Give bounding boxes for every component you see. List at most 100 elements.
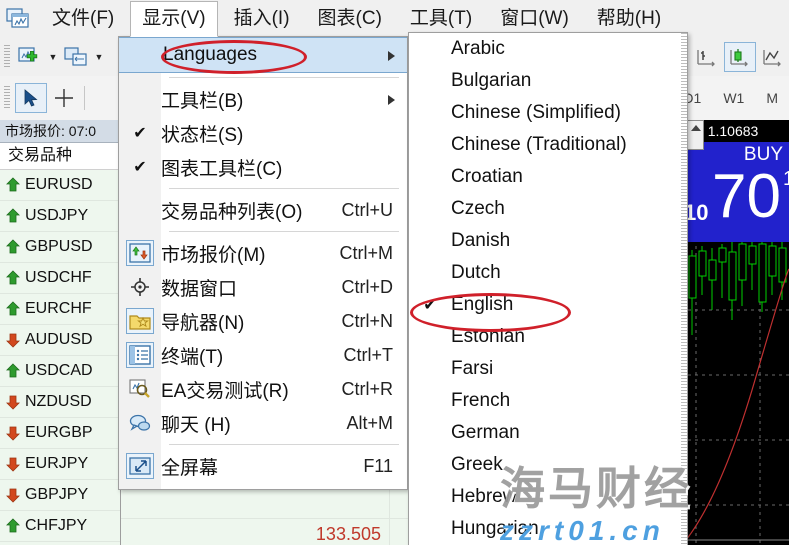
- menu-item-0[interactable]: 文件(F): [40, 1, 126, 37]
- view-menu-item-navigator[interactable]: 导航器(N)Ctrl+N: [119, 304, 407, 338]
- market-watch-symbol: AUDUSD: [25, 331, 93, 349]
- stepper-up-icon[interactable]: [691, 125, 701, 131]
- language-item-label: Estonian: [451, 326, 525, 348]
- language-item-croatian[interactable]: Croatian: [409, 161, 687, 193]
- language-item-label: Chinese (Traditional): [451, 134, 627, 156]
- bar-chart-icon[interactable]: [692, 43, 722, 71]
- arrow-up-icon: [5, 177, 21, 193]
- market-watch-row[interactable]: EURUSD: [0, 170, 120, 201]
- view-menu-item-status-bar[interactable]: ✔状态栏(S): [119, 116, 407, 150]
- language-item-farsi[interactable]: Farsi: [409, 353, 687, 385]
- new-chart-plus-icon[interactable]: [15, 43, 45, 71]
- buy-panel[interactable]: BUY 10 70 1: [682, 142, 789, 242]
- arrow-down-icon: [5, 425, 21, 441]
- market-watch-row[interactable]: EURCHF: [0, 294, 120, 325]
- view-menu-item-symbols-list[interactable]: 交易品种列表(O)Ctrl+U: [119, 193, 407, 227]
- language-item-hungarian[interactable]: Hungarian: [409, 513, 687, 545]
- market-watch-symbol: EURGBP: [25, 424, 93, 442]
- navigator-icon: [119, 304, 161, 338]
- arrow-cursor-icon[interactable]: [15, 83, 47, 113]
- buy-price-big: 70: [712, 166, 781, 228]
- language-item-icon-slot: [409, 321, 451, 353]
- menu-item-3[interactable]: 图表(C): [306, 1, 394, 37]
- language-item-dutch[interactable]: Dutch: [409, 257, 687, 289]
- new-chart-dropdown-chevron-down-icon[interactable]: ▼: [46, 43, 60, 71]
- data-window-icon: [119, 270, 161, 304]
- market-watch-symbol: EURCHF: [25, 300, 92, 318]
- view-menu-item-strategy-tester[interactable]: EA交易测试(R)Ctrl+R: [119, 372, 407, 406]
- language-item-label: Hebrew: [451, 486, 516, 508]
- language-item-arabic[interactable]: Arabic: [409, 33, 687, 65]
- view-menu-item-shortcut: Alt+M: [346, 413, 407, 434]
- language-item-chinese-traditional[interactable]: Chinese (Traditional): [409, 129, 687, 161]
- line-chart-icon[interactable]: [758, 43, 788, 71]
- market-watch-row[interactable]: GBPUSD: [0, 232, 120, 263]
- strategy-tester-icon: [119, 372, 161, 406]
- chat-icon: [119, 406, 161, 440]
- language-item-icon-slot: [409, 417, 451, 449]
- language-item-english[interactable]: ✔English: [409, 289, 687, 321]
- language-item-icon-slot: [409, 97, 451, 129]
- language-item-hebrew[interactable]: Hebrew: [409, 481, 687, 513]
- menu-view-open[interactable]: 显示(V): [130, 1, 217, 37]
- market-watch-row[interactable]: NZDUSD: [0, 387, 120, 418]
- timeframe-button-M[interactable]: M: [757, 87, 787, 109]
- language-item-icon-slot: [409, 385, 451, 417]
- market-watch-row[interactable]: USDJPY: [0, 201, 120, 232]
- mt4-application-window: 133.505133.53109.248109.271.291811.2923: [0, 0, 789, 545]
- chart-toolbar-grip[interactable]: [4, 86, 10, 110]
- menu-item-2[interactable]: 插入(I): [222, 1, 302, 37]
- windows-tile-icon[interactable]: [61, 43, 91, 71]
- market-watch-panel[interactable]: 市场报价: 07:0 交易品种 EURUSDUSDJPYGBPUSDUSDCHF…: [0, 120, 121, 545]
- view-menu-item-toolbars[interactable]: 工具栏(B): [119, 82, 407, 116]
- arrow-up-icon: [5, 301, 21, 317]
- language-item-label: Hungarian: [451, 518, 539, 540]
- view-menu-item-market-watch[interactable]: 市场报价(M)Ctrl+M: [119, 236, 407, 270]
- languages-submenu: ArabicBulgarian Chinese (Simplified) Chine…: [408, 32, 688, 545]
- market-watch-row[interactable]: USDCHF: [0, 263, 120, 294]
- submenu-arrow-icon: [388, 95, 395, 105]
- language-item-label: Chinese (Simplified): [451, 102, 621, 124]
- language-item-danish[interactable]: Danish: [409, 225, 687, 257]
- language-item-german[interactable]: German: [409, 417, 687, 449]
- check-icon: ✔: [409, 289, 451, 321]
- view-menu-item-chat[interactable]: 聊天 (H)Alt+M: [119, 406, 407, 440]
- market-watch-row[interactable]: AUDUSD: [0, 325, 120, 356]
- language-item-label: English: [451, 294, 513, 316]
- timeframe-button-W1[interactable]: W1: [714, 87, 753, 109]
- view-menu-item-data-window[interactable]: 数据窗口Ctrl+D: [119, 270, 407, 304]
- market-watch-symbol: NZDUSD: [25, 393, 92, 411]
- market-watch-symbol: EURJPY: [25, 455, 88, 473]
- market-watch-column-symbol[interactable]: 交易品种: [0, 143, 120, 170]
- view-menu-item-fullscreen[interactable]: 全屏幕F11: [119, 449, 407, 483]
- crosshair-icon[interactable]: [49, 84, 79, 112]
- check-icon: ✔: [119, 150, 161, 184]
- view-menu-item-shortcut: F11: [363, 456, 407, 477]
- market-watch-symbol: USDJPY: [25, 207, 88, 225]
- language-item-icon-slot: [409, 257, 451, 289]
- market-watch-symbol: GBPUSD: [25, 238, 93, 256]
- language-item-french[interactable]: French: [409, 385, 687, 417]
- language-item-bulgarian[interactable]: Bulgarian: [409, 65, 687, 97]
- view-menu-item-terminal[interactable]: 终端(T)Ctrl+T: [119, 338, 407, 372]
- language-item-label: Croatian: [451, 166, 523, 188]
- market-watch-row[interactable]: GBPJPY: [0, 480, 120, 511]
- market-watch-row[interactable]: EURJPY: [0, 449, 120, 480]
- view-menu-item-languages[interactable]: Languages: [119, 37, 407, 73]
- language-item-czech[interactable]: Czech: [409, 193, 687, 225]
- market-watch-row[interactable]: EURGBP: [0, 418, 120, 449]
- candlestick-chart-icon[interactable]: [724, 42, 756, 72]
- language-item-icon-slot: [409, 129, 451, 161]
- language-item-chinese-simplified[interactable]: Chinese (Simplified): [409, 97, 687, 129]
- menu-separator: [169, 444, 399, 445]
- language-item-icon-slot: [409, 33, 451, 65]
- market-watch-row[interactable]: CHFJPY: [0, 511, 120, 542]
- market-watch-row[interactable]: USDCAD: [0, 356, 120, 387]
- market-watch-symbol: USDCAD: [25, 362, 93, 380]
- language-item-estonian[interactable]: Estonian: [409, 321, 687, 353]
- windows-dropdown-chevron-down-icon[interactable]: ▼: [92, 43, 106, 71]
- language-item-greek[interactable]: Greek: [409, 449, 687, 481]
- view-menu-item-chart-toolbar[interactable]: ✔图表工具栏(C): [119, 150, 407, 184]
- view-menu-item-label: 终端(T): [161, 342, 344, 369]
- toolbar-grip[interactable]: [4, 45, 10, 69]
